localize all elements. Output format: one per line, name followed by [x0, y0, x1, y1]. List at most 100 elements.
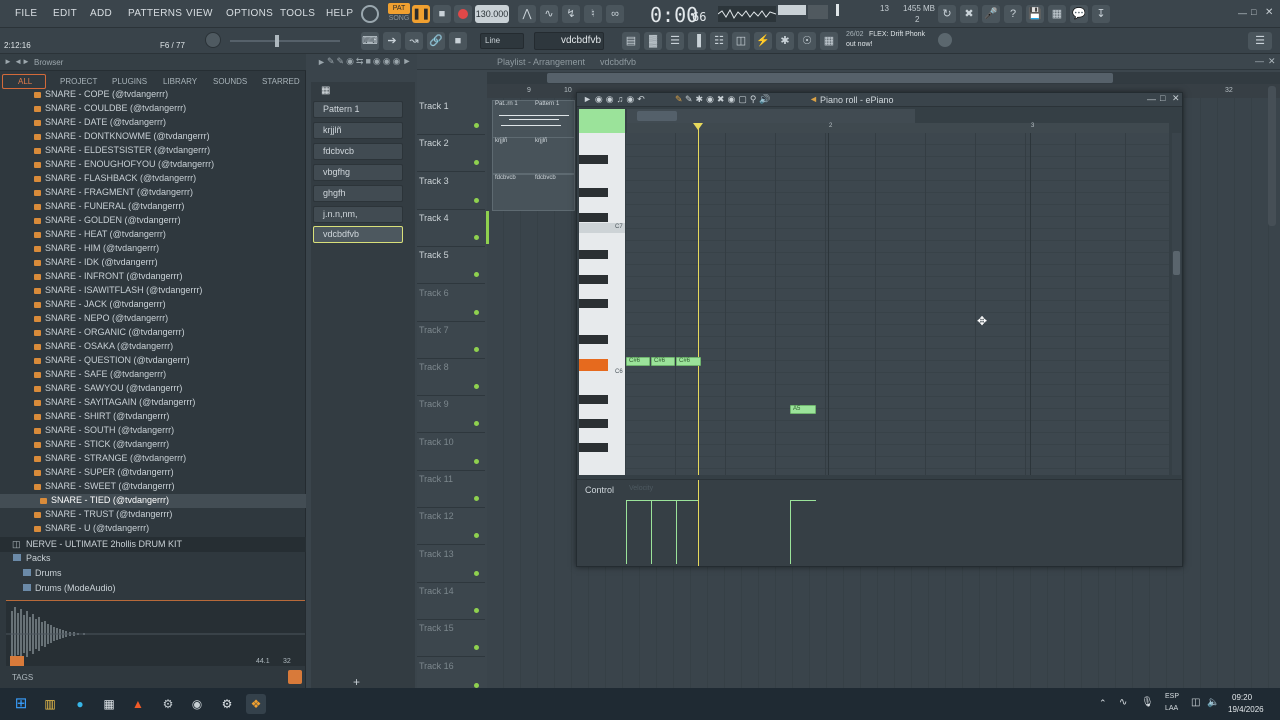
- velocity-bar[interactable]: [676, 500, 677, 564]
- browser-item[interactable]: SNARE - SWEET (@tvdangerrr): [45, 481, 175, 491]
- track-led-icon[interactable]: [474, 160, 479, 166]
- metronome-icon[interactable]: ⋀: [518, 5, 536, 23]
- browser-item[interactable]: SNARE - ISAWITFLASH (@tvdangerrr): [45, 285, 202, 295]
- playlist-scroll-thumb[interactable]: [547, 73, 1113, 83]
- track-header[interactable]: Track 2: [417, 135, 485, 173]
- black-key[interactable]: [579, 155, 608, 164]
- track-header[interactable]: Track 10: [417, 434, 485, 471]
- menu-add[interactable]: ADD: [90, 8, 112, 19]
- tray-chevron-icon[interactable]: ⌃: [1099, 698, 1107, 709]
- browser-item[interactable]: SNARE - SHIRT (@tvdangerrr): [45, 411, 169, 421]
- browser-item[interactable]: SNARE - STICK (@tvdangerrr): [45, 439, 169, 449]
- browser-item[interactable]: SNARE - SOUTH (@tvdangerrr): [45, 425, 174, 435]
- menu-patterns[interactable]: PATTERNS: [128, 8, 182, 19]
- browser-tab-starred[interactable]: STARRED: [262, 77, 300, 86]
- black-key[interactable]: [579, 419, 608, 428]
- pattern-item[interactable]: ghgfh: [313, 185, 403, 202]
- piano-roll-maximize-icon[interactable]: □: [1160, 93, 1165, 103]
- packs-label[interactable]: Packs: [26, 553, 51, 563]
- track-led-icon[interactable]: [474, 234, 479, 240]
- piano-roll-tools-icon[interactable]: ►◉◉♫◉↶: [583, 94, 648, 105]
- note-grid[interactable]: [626, 133, 1169, 475]
- browser-arrows-icon[interactable]: ► ◄►: [4, 57, 30, 66]
- track-header[interactable]: Track 12: [417, 508, 485, 546]
- track-led-icon[interactable]: [474, 384, 479, 390]
- browser-item[interactable]: SNARE - HEAT (@tvdangerrr): [45, 229, 166, 239]
- add-pattern-icon[interactable]: +: [353, 675, 360, 689]
- plugin-picker-icon[interactable]: ☉: [798, 32, 816, 50]
- browser-item[interactable]: SNARE - TIED (@tvdangerrr): [51, 495, 169, 505]
- browser-item[interactable]: SNARE - JACK (@tvdangerrr): [45, 299, 166, 309]
- mixer-bars-icon[interactable]: ▐: [688, 32, 706, 50]
- piano-roll-icon[interactable]: ▓: [644, 32, 662, 50]
- browser-item[interactable]: SNARE - SUPER (@tvdangerrr): [45, 467, 174, 477]
- track-header[interactable]: Track 9: [417, 396, 485, 434]
- browser-item[interactable]: SNARE - COULDBE (@tvdangerrr): [45, 103, 186, 113]
- track-header[interactable]: Track 14: [417, 583, 485, 620]
- pattern-item[interactable]: krjjlñ: [313, 122, 403, 139]
- highlighted-key[interactable]: [579, 359, 608, 371]
- language-code[interactable]: ESP: [1165, 693, 1179, 700]
- track-header[interactable]: Track 7: [417, 322, 485, 359]
- countdown-icon[interactable]: ↯: [562, 5, 580, 23]
- master-slider-track[interactable]: [230, 40, 340, 42]
- browser-item[interactable]: SNARE - STRANGE (@tvdangerrr): [45, 453, 186, 463]
- file-explorer-icon[interactable]: ▥: [40, 694, 60, 714]
- playlist-menu-arrow-icon[interactable]: ►: [317, 57, 326, 67]
- browser-tab-library[interactable]: LIBRARY: [163, 77, 197, 86]
- browser-item[interactable]: SNARE - FRAGMENT (@tvdangerrr): [45, 187, 193, 197]
- browser-tab-all[interactable]: ALL: [18, 77, 32, 86]
- channel-list-icon[interactable]: ☰: [666, 32, 684, 50]
- record-icon[interactable]: [454, 5, 472, 23]
- browser-item[interactable]: SNARE - OSAKA (@tvdangerrr): [45, 341, 173, 351]
- master-pitch-knob[interactable]: [205, 32, 221, 48]
- tray-mic-icon[interactable]: 🎙: [1141, 697, 1154, 708]
- song-mode-button[interactable]: SONG: [388, 14, 410, 24]
- track-led-icon[interactable]: [474, 123, 479, 128]
- display-icon[interactable]: ◫: [1191, 697, 1200, 708]
- black-key[interactable]: [579, 213, 608, 222]
- piano-roll-vscroll[interactable]: [1172, 133, 1181, 475]
- black-key[interactable]: [579, 395, 608, 404]
- pattern-item[interactable]: j.n.n,nm,: [313, 206, 403, 223]
- browser-item[interactable]: SNARE - FUNERAL (@tvdangerrr): [45, 201, 184, 211]
- browser-tab-project[interactable]: PROJECT: [60, 77, 97, 86]
- news-refresh-icon[interactable]: [938, 33, 952, 47]
- tags-label[interactable]: TAGS: [12, 673, 33, 682]
- track-led-icon[interactable]: [474, 607, 479, 613]
- menu-view[interactable]: VIEW: [186, 8, 213, 19]
- pattern-item[interactable]: fdcbvcb: [313, 143, 403, 160]
- edit-tools-icon[interactable]: ✎✱◉✖◉▢⚲🔊: [685, 94, 774, 105]
- note[interactable]: C#6: [626, 357, 650, 366]
- pattern-item[interactable]: vbgfhg: [313, 164, 403, 181]
- piano-roll-close-icon[interactable]: ✕: [1172, 93, 1180, 104]
- menu-file[interactable]: FILE: [15, 8, 37, 19]
- steam-icon[interactable]: ◉: [187, 694, 207, 714]
- snap-select[interactable]: Line: [480, 33, 524, 49]
- browser-item[interactable]: SNARE - DONTKNOWME (@tvdangerrr): [45, 131, 210, 141]
- pack-drums-modeaudio[interactable]: Drums (ModeAudio): [35, 583, 116, 593]
- chat-icon[interactable]: 💬: [1070, 5, 1088, 23]
- menu-options[interactable]: OPTIONS: [226, 8, 273, 19]
- keyboard-icon[interactable]: ⌨: [361, 32, 379, 50]
- browser-item[interactable]: SNARE - TRUST (@tvdangerrr): [45, 509, 172, 519]
- edge-icon[interactable]: ●: [70, 694, 90, 714]
- track-header[interactable]: Track 4: [417, 210, 485, 247]
- browser-tab-plugins[interactable]: PLUGINS: [112, 77, 147, 86]
- playlist-minimize-icon[interactable]: —: [1255, 56, 1264, 66]
- loop-record-icon[interactable]: ∞: [606, 5, 624, 23]
- black-key[interactable]: [579, 275, 608, 284]
- channel-rack-icon[interactable]: ▦: [1048, 5, 1066, 23]
- news-title[interactable]: FLEX: Drift Phonk: [869, 31, 925, 38]
- piano-keys[interactable]: C7 C6: [579, 133, 625, 475]
- browser-item[interactable]: SNARE - INFRONT (@tvdangerrr): [45, 271, 183, 281]
- track-led-icon[interactable]: [474, 272, 479, 278]
- typing-icon[interactable]: ↝: [405, 32, 423, 50]
- browser-item[interactable]: SNARE - HIM (@tvdangerrr): [45, 243, 159, 253]
- step-edit-icon[interactable]: ♮: [584, 5, 602, 23]
- browser-item[interactable]: SNARE - ELDESTSISTER (@tvdangerrr): [45, 145, 210, 155]
- playlist-vscroll[interactable]: [1268, 86, 1276, 226]
- pattern-item-selected[interactable]: vdcbdfvb: [313, 226, 403, 243]
- black-key[interactable]: [579, 250, 608, 259]
- stop-icon[interactable]: ■: [433, 5, 451, 23]
